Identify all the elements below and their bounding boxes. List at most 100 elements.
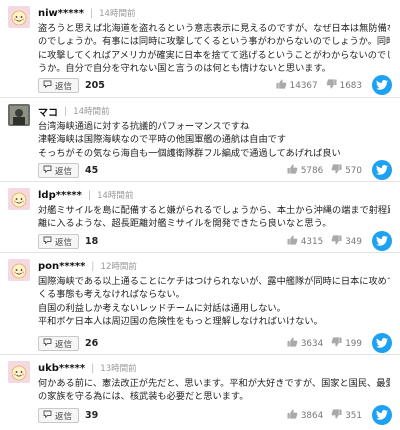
comment-item: pon***** | 12時間前 国際海峡である以上通ることにケチはつけられないが、露… [0, 252, 400, 354]
thumbs-down-icon [331, 337, 345, 350]
comment-text-line: 自国の利益しか考えないレッドチームに対話は通用しない。 [38, 302, 286, 314]
twitter-icon [376, 410, 388, 420]
comment-item: ldp***** | 14時間前 対艦ミサイルを島に配備すると嫌がられるでしょうから、… [0, 181, 400, 252]
face-avatar[interactable] [8, 6, 30, 28]
reply-count: 18 [85, 236, 99, 247]
reply-button[interactable]: 返信 [38, 163, 80, 178]
like-button[interactable]: 14367 [276, 79, 318, 92]
thumbs-up-icon [287, 164, 301, 177]
like-button[interactable]: 4315 [287, 235, 323, 248]
like-count: 3634 [300, 338, 324, 349]
reply-label: 返信 [55, 81, 73, 92]
comment-item: niw***** | 14時間前盗ろうと思えば北海道を盗れるという意志表示に見えるの… [0, 0, 400, 97]
separator: | [91, 362, 95, 374]
vote-area: 14367 1683 [268, 77, 362, 94]
reply-icon [43, 165, 55, 176]
timestamp: 14時間前 [73, 107, 110, 117]
comment-header: ldp***** | 14時間前 [38, 188, 133, 202]
dislike-button[interactable]: 349 [331, 235, 362, 248]
reply-count: 39 [85, 410, 99, 421]
thumbs-up-icon [287, 235, 301, 248]
comment-actions: 返信 18 [38, 233, 98, 250]
comment-text-line: 平和ボケ日本人は周辺国の危険性をもっと理解しなければいけない。 [38, 316, 323, 328]
vote-area: 4315 349 [279, 233, 362, 250]
twitter-share-button[interactable] [372, 231, 392, 251]
reply-button[interactable]: 返信 [38, 78, 80, 93]
reply-label: 返信 [55, 166, 73, 177]
dislike-count: 1683 [339, 80, 362, 91]
comment-header: マコ | 14時間前 [38, 104, 110, 119]
thumbs-down-icon [331, 164, 345, 177]
twitter-share-button[interactable] [372, 75, 392, 95]
face-avatar[interactable] [8, 259, 30, 281]
comment-text-line: 津軽海峡は国際海峡なので平時の他国軍艦の通航は自由です [38, 134, 287, 146]
separator: | [64, 105, 68, 117]
comment-text-line: くる事態も考えなければならない。 [38, 289, 185, 301]
photo-avatar[interactable] [8, 104, 30, 126]
comment-body: 国際海峡である以上通ることにケチはつけられないが、露中艦隊が同時に日本に攻めてく… [38, 275, 390, 329]
comment-header: niw***** | 14時間前 [38, 6, 135, 20]
reply-icon [43, 338, 55, 349]
comment-text-line: そっちがその気なら海自も一個護衛隊群フル編成で通過してあげれば良い [38, 147, 341, 159]
comment-text-line: に攻撃してくればアメリカが確実に日本を捨てて逃げるということがわからないのでしょ [38, 49, 390, 61]
dislike-button[interactable]: 199 [331, 337, 362, 350]
username-link[interactable]: niw***** [38, 8, 84, 19]
thumbs-up-icon [287, 409, 301, 422]
username-link[interactable]: マコ [38, 104, 58, 119]
comment-header: ukb***** | 13時間前 [38, 361, 137, 375]
comment-body: 対艦ミサイルを島に配備すると嫌がられるでしょうから、本土から沖縄の端まで射程距離… [38, 204, 390, 231]
twitter-share-button[interactable] [372, 333, 392, 353]
comment-list: niw***** | 14時間前 盗ろうと思えば北海道を盗れるという意志表示に見えるの… [0, 0, 400, 430]
comment-text-line: のでしょうか。有事には同時に攻撃してくるという事がわからないのでしょうか。同時 [38, 36, 390, 48]
dislike-count: 199 [345, 338, 362, 349]
timestamp: 14時間前 [99, 9, 136, 19]
thumbs-down-icon [331, 409, 345, 422]
vote-area: 5786 570 [279, 162, 362, 179]
reply-label: 返信 [55, 411, 73, 422]
separator: | [89, 7, 94, 19]
vote-area: 3634 199 [279, 335, 362, 352]
like-count: 14367 [289, 80, 318, 91]
face-avatar[interactable] [8, 361, 30, 383]
dislike-button[interactable]: 351 [331, 409, 362, 422]
vote-area: 3864 351 [279, 407, 362, 424]
dislike-button[interactable]: 1683 [326, 79, 362, 92]
reply-button[interactable]: 返信 [38, 408, 80, 423]
twitter-share-button[interactable] [372, 405, 392, 425]
comment-text-line: 対艦ミサイルを島に配備すると嫌がられるでしょうから、本土から沖縄の端まで射程距 [38, 205, 390, 216]
reply-icon [43, 236, 55, 247]
like-count: 3864 [300, 410, 324, 421]
reply-button[interactable]: 返信 [38, 234, 80, 249]
like-button[interactable]: 5786 [287, 164, 323, 177]
username-link[interactable]: ukb***** [38, 363, 85, 374]
dislike-count: 351 [345, 410, 362, 421]
like-button[interactable]: 3634 [287, 337, 323, 350]
twitter-share-button[interactable] [372, 160, 392, 180]
reply-count: 45 [85, 165, 99, 176]
reply-icon [43, 80, 55, 91]
dislike-button[interactable]: 570 [331, 164, 362, 177]
reply-label: 返信 [55, 237, 73, 248]
reply-button[interactable]: 返信 [38, 336, 80, 351]
comment-text-line: 離に入るような、超長距離対艦ミサイルを開発できたら良いなと思う。 [38, 218, 332, 230]
thumbs-up-icon [287, 337, 301, 350]
reply-count: 205 [85, 80, 105, 91]
dislike-count: 570 [345, 165, 362, 176]
comment-item: マコ | 14時間前台湾海峡通過に対する抗議的パフォーマンスですね津軽海峡は国際海峡… [0, 97, 400, 181]
comment-actions: 返信 39 [38, 407, 98, 424]
timestamp: 13時間前 [100, 364, 137, 374]
reply-label: 返信 [55, 339, 73, 350]
twitter-icon [376, 80, 388, 90]
face-avatar[interactable] [8, 188, 30, 210]
thumbs-down-icon [331, 235, 345, 248]
comment-text-line: 何かある前に、憲法改正が先だと、思います。平和が大好きですが、国家と国民、最愛 [38, 378, 390, 389]
username-link[interactable]: pon***** [38, 261, 85, 272]
comment-body: 何かある前に、憲法改正が先だと、思います。平和が大好きですが、国家と国民、最愛の… [38, 377, 390, 404]
comment-text-line: 盗ろうと思えば北海道を盗れるという意志表示に見えるのですが、なぜ日本は無防備な [38, 23, 390, 34]
comment-text-line: 台湾海峡通過に対する抗議的パフォーマンスですね [38, 121, 250, 132]
like-button[interactable]: 3864 [287, 409, 323, 422]
username-link[interactable]: ldp***** [38, 190, 82, 201]
separator: | [87, 189, 92, 201]
comment-actions: 返信 45 [38, 162, 98, 179]
dislike-count: 349 [345, 236, 362, 247]
